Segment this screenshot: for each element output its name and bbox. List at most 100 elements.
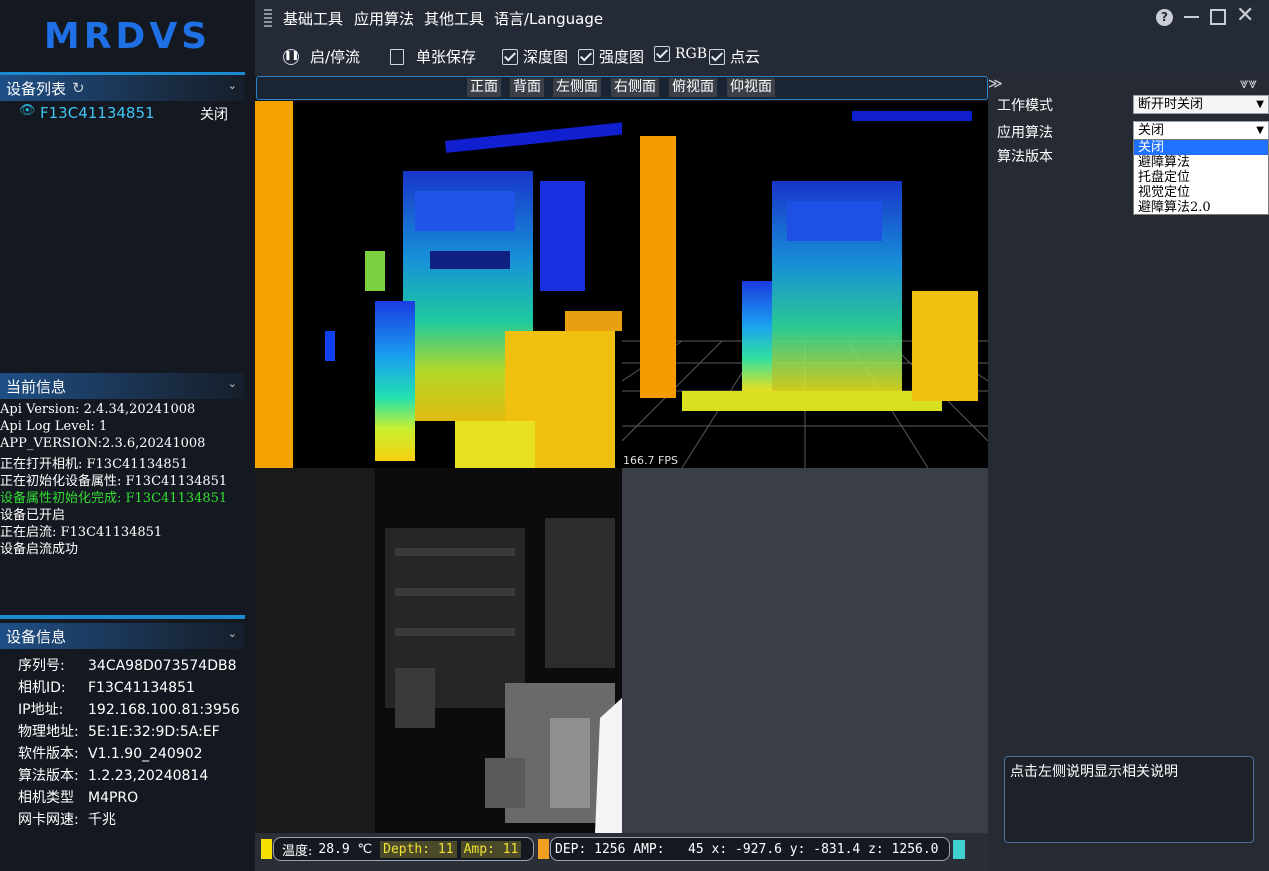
- device-info-key: 网卡网速:: [18, 812, 79, 828]
- menu-other-tools[interactable]: 其他工具: [424, 8, 484, 29]
- brand-logo: MRDVS: [0, 0, 255, 72]
- depth-image-render: [255, 101, 622, 468]
- chevron-down-icon[interactable]: ⌄: [228, 79, 237, 92]
- view-left-button[interactable]: 左侧面: [553, 78, 601, 97]
- device-info-row: 相机ID: F13C41134851: [18, 677, 195, 697]
- device-info-key: 算法版本:: [18, 768, 79, 784]
- device-status: 关闭: [200, 107, 228, 123]
- checkbox-checked-icon[interactable]: [654, 46, 670, 62]
- algo-option[interactable]: 避障算法2.0: [1134, 200, 1268, 215]
- eye-icon[interactable]: 👁: [19, 103, 36, 118]
- device-info-row: IP地址: 192.168.100.81:3956: [18, 699, 240, 719]
- log-line: Api Log Level: 1: [0, 419, 108, 434]
- amp-badge: Amp: 11: [460, 840, 522, 858]
- current-info-header[interactable]: 当前信息 ⌄: [0, 373, 245, 399]
- device-info-value: F13C41134851: [88, 680, 195, 696]
- view-back-button[interactable]: 背面: [510, 78, 544, 97]
- chevron-down-icon[interactable]: ⌄: [228, 377, 237, 390]
- device-info-value: 千兆: [88, 812, 116, 828]
- device-info-header[interactable]: 设备信息 ⌄: [0, 623, 245, 649]
- fps-label: 166.7 FPS: [623, 454, 678, 467]
- menu-app-algorithms[interactable]: 应用算法: [354, 8, 414, 29]
- device-info-key: 物理地址:: [18, 724, 79, 740]
- log-line: Api Version: 2.4.34,20241008: [0, 402, 196, 417]
- checkbox-checked-icon[interactable]: [578, 48, 594, 65]
- device-info-row: 算法版本: 1.2.23,20240814: [18, 765, 208, 785]
- algo-dropdown-list[interactable]: 关闭 避障算法 托盘定位 视觉定位 避障算法2.0: [1133, 139, 1269, 215]
- device-info-value: 34CA98D073574DB8: [88, 658, 237, 674]
- chevron-down-icon[interactable]: ⌄: [228, 627, 237, 640]
- temp-indicator: [261, 839, 272, 859]
- device-info-value: M4PRO: [88, 790, 139, 806]
- drag-handle-icon[interactable]: [264, 7, 272, 27]
- empty-view: [622, 468, 988, 833]
- intensity-image-render: [255, 468, 622, 833]
- device-info-row: 物理地址: 5E:1E:32:9D:5A:EF: [18, 721, 220, 741]
- collapse-up-icon[interactable]: ⩔⩔: [1240, 74, 1257, 92]
- device-info-title: 设备信息: [6, 627, 67, 646]
- device-info-value: 192.168.100.81:3956: [88, 702, 240, 718]
- algo-label: 应用算法: [997, 125, 1053, 141]
- view-bottom-button[interactable]: 仰视面: [727, 78, 775, 97]
- device-info-row: 序列号: 34CA98D073574DB8: [18, 655, 237, 675]
- refresh-icon[interactable]: ↻: [72, 79, 85, 97]
- cursor-color-indicator: [538, 839, 549, 859]
- current-info-title: 当前信息: [6, 377, 67, 396]
- minimize-icon[interactable]: [1184, 16, 1199, 18]
- algo-option[interactable]: 托盘定位: [1134, 170, 1268, 185]
- device-info-key: 软件版本:: [18, 746, 79, 762]
- help-icon[interactable]: ?: [1156, 9, 1173, 26]
- section-accent: [0, 615, 245, 619]
- checkbox-depth[interactable]: 深度图: [502, 46, 568, 67]
- pause-icon: ❚❚: [283, 48, 299, 65]
- close-icon[interactable]: ✕: [1236, 3, 1254, 28]
- temp-depth-amp-readout: 温度: 28.9 ℃ Depth: 11 Amp: 11: [273, 837, 534, 861]
- algo-option[interactable]: 视觉定位: [1134, 185, 1268, 200]
- checkbox-checked-icon[interactable]: [502, 48, 518, 65]
- depth-badge: Depth: 11: [380, 840, 457, 858]
- single-save-button[interactable]: 单张保存: [390, 46, 476, 67]
- temp-value: 28.9 ℃: [318, 841, 373, 857]
- chevron-down-icon: ▼: [1256, 99, 1264, 110]
- stream-toggle-button[interactable]: ❚❚ 启/停流: [283, 46, 360, 67]
- device-info-row: 网卡网速: 千兆: [18, 809, 116, 829]
- save-icon: [390, 48, 404, 65]
- checkbox-checked-icon[interactable]: [709, 48, 725, 65]
- device-info-key: 序列号:: [18, 658, 65, 674]
- depth-image[interactable]: [255, 101, 622, 468]
- device-list-header[interactable]: 设备列表 ↻ ⌄: [0, 75, 245, 101]
- device-list-title: 设备列表: [6, 79, 67, 98]
- menu-language[interactable]: 语言/Language: [494, 8, 603, 29]
- work-mode-select[interactable]: 断开时关闭 ▼: [1133, 95, 1269, 114]
- work-mode-label: 工作模式: [997, 98, 1053, 114]
- log-line: 设备启流成功: [0, 542, 79, 557]
- device-info-value: V1.1.90_240902: [88, 746, 203, 762]
- view-front-button[interactable]: 正面: [467, 78, 501, 97]
- view-right-button[interactable]: 右侧面: [611, 78, 659, 97]
- pointcloud-view[interactable]: 166.7 FPS: [622, 101, 988, 468]
- view-top-button[interactable]: 俯视面: [669, 78, 717, 97]
- chevron-down-icon: ▼: [1256, 125, 1264, 136]
- device-id: F13C41134851: [40, 104, 155, 122]
- end-color-indicator: [953, 840, 965, 859]
- temp-label: 温度:: [282, 843, 313, 859]
- algo-option[interactable]: 避障算法: [1134, 155, 1268, 170]
- algo-version-label: 算法版本: [997, 149, 1053, 165]
- device-info-value: 1.2.23,20240814: [88, 768, 209, 784]
- menu-basic-tools[interactable]: 基础工具: [283, 8, 343, 29]
- intensity-image[interactable]: [255, 468, 622, 833]
- checkbox-rgb[interactable]: RGB: [654, 46, 707, 62]
- algo-option[interactable]: 关闭: [1134, 140, 1268, 155]
- maximize-icon[interactable]: [1210, 9, 1226, 25]
- device-list-item[interactable]: 👁 F13C41134851 关闭: [0, 102, 245, 124]
- device-info-key: IP地址:: [18, 702, 64, 718]
- checkbox-pointcloud[interactable]: 点云: [709, 46, 760, 67]
- device-info-key: 相机ID:: [18, 680, 66, 696]
- help-description-box: 点击左侧说明显示相关说明: [1004, 756, 1254, 843]
- collapse-left-icon[interactable]: ≫: [988, 76, 1003, 92]
- algo-select[interactable]: 关闭 ▼: [1133, 121, 1269, 140]
- device-info-value: 5E:1E:32:9D:5A:EF: [88, 724, 220, 740]
- pointcloud-render: [622, 111, 988, 468]
- device-info-row: 软件版本: V1.1.90_240902: [18, 743, 203, 763]
- checkbox-intensity[interactable]: 强度图: [578, 46, 644, 67]
